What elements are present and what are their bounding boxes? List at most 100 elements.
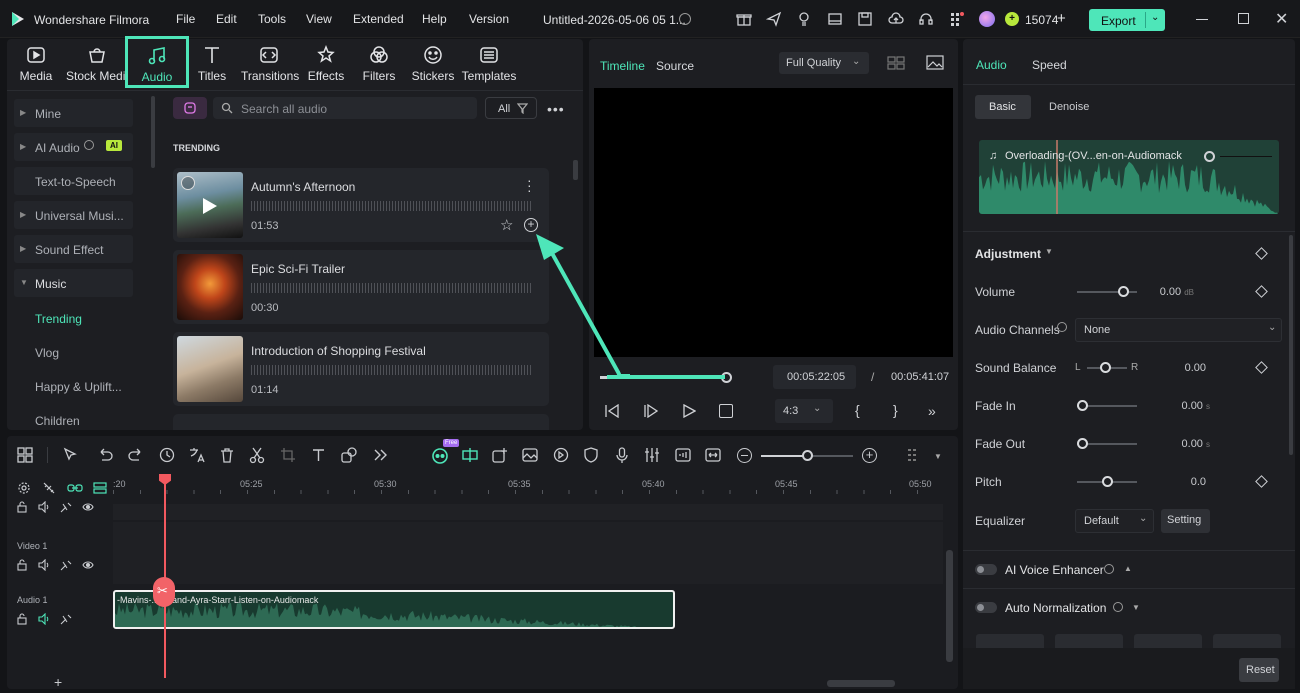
grid-view-icon[interactable] bbox=[887, 56, 905, 70]
volume-value[interactable]: 0.00 dB bbox=[1134, 286, 1194, 298]
ai-mate-icon[interactable] bbox=[431, 446, 449, 464]
audio-clip[interactable]: -Mavins-...on-and-Ayra-Starr-Listen-on-A… bbox=[113, 590, 675, 629]
track-card[interactable] bbox=[173, 414, 549, 430]
menu-help[interactable]: Help bbox=[422, 12, 447, 26]
stop-icon[interactable] bbox=[719, 404, 733, 418]
speed-ramp-icon[interactable] bbox=[158, 446, 176, 464]
sidebar-item-ai-audio[interactable]: ▶ AI Audio AI bbox=[14, 133, 133, 161]
select-tool-icon[interactable] bbox=[62, 446, 80, 464]
lock-icon[interactable] bbox=[16, 501, 28, 513]
normalization-preset[interactable] bbox=[1134, 634, 1202, 648]
playhead[interactable] bbox=[164, 474, 166, 678]
fade-out-value[interactable]: 0.00 s bbox=[1150, 438, 1210, 450]
mute-icon[interactable] bbox=[60, 613, 72, 625]
undo-icon[interactable] bbox=[96, 446, 114, 464]
unlink-icon[interactable] bbox=[43, 482, 55, 494]
zoom-in-icon[interactable]: + bbox=[862, 448, 877, 463]
aspect-ratio-select[interactable]: 4:3 ⌄ bbox=[775, 399, 833, 423]
chevron-down-icon[interactable]: ▼ bbox=[1132, 603, 1140, 612]
layout-grid-icon[interactable] bbox=[16, 446, 34, 464]
fade-in-value[interactable]: 0.00 s bbox=[1150, 400, 1210, 412]
play-icon[interactable] bbox=[203, 198, 217, 214]
tab-speed[interactable]: Speed bbox=[1032, 58, 1067, 72]
shape-icon[interactable] bbox=[340, 446, 358, 464]
chevron-down-icon[interactable]: ▼ bbox=[934, 452, 942, 461]
balance-value[interactable]: 0.00 bbox=[1146, 362, 1206, 374]
cloud-upload-icon[interactable] bbox=[888, 11, 904, 27]
voiceover-icon[interactable] bbox=[674, 446, 692, 464]
add-credits-icon[interactable]: + bbox=[1057, 10, 1066, 27]
menu-view[interactable]: View bbox=[306, 12, 332, 26]
timeline-layout-icon[interactable] bbox=[906, 446, 924, 464]
next-frame-icon[interactable] bbox=[642, 404, 658, 418]
subtab-basic[interactable]: Basic bbox=[975, 95, 1031, 119]
tab-titles[interactable]: Titles bbox=[184, 44, 240, 88]
microphone-icon[interactable] bbox=[613, 446, 631, 464]
add-track-button[interactable]: + bbox=[54, 674, 62, 690]
menu-extended[interactable]: Extended bbox=[353, 12, 404, 26]
sidebar-sub-children[interactable]: Children bbox=[35, 414, 80, 428]
mark-in-icon[interactable]: { bbox=[855, 402, 860, 418]
normalization-preset[interactable] bbox=[1055, 634, 1123, 648]
audio-mixer-icon[interactable] bbox=[643, 446, 661, 464]
speaker-icon[interactable] bbox=[38, 501, 50, 513]
shield-icon[interactable] bbox=[582, 446, 600, 464]
sidebar-item-universal-music[interactable]: ▶ Universal Musi... bbox=[14, 201, 133, 229]
split-icon[interactable] bbox=[248, 446, 266, 464]
tab-stickers[interactable]: Stickers bbox=[405, 44, 461, 88]
auto-normalization-toggle[interactable] bbox=[975, 602, 997, 613]
redo-icon[interactable] bbox=[127, 446, 145, 464]
text-tool-icon[interactable] bbox=[310, 446, 328, 464]
adjustment-header[interactable]: Adjustment bbox=[975, 247, 1041, 261]
timeline-settings-icon[interactable] bbox=[18, 482, 30, 494]
eye-icon[interactable] bbox=[82, 501, 94, 513]
video-preview[interactable] bbox=[594, 88, 953, 357]
library-scrollbar[interactable] bbox=[573, 160, 578, 180]
ai-translate-icon[interactable] bbox=[188, 446, 206, 464]
chevron-down-icon[interactable]: ▼ bbox=[1045, 247, 1053, 256]
delete-icon[interactable] bbox=[218, 446, 236, 464]
mute-icon[interactable] bbox=[60, 501, 72, 513]
tab-templates[interactable]: Templates bbox=[461, 44, 517, 88]
apps-grid-icon[interactable] bbox=[949, 11, 965, 27]
ai-music-button[interactable] bbox=[173, 97, 207, 119]
tab-audio-properties[interactable]: Audio bbox=[976, 58, 1007, 72]
gift-icon[interactable] bbox=[736, 11, 752, 27]
balance-knob[interactable] bbox=[1100, 362, 1111, 373]
tab-transitions[interactable]: Transitions bbox=[241, 44, 299, 88]
filter-button[interactable]: All bbox=[485, 97, 537, 119]
add-track-icon[interactable] bbox=[491, 446, 509, 464]
auto-snap-icon[interactable] bbox=[461, 446, 479, 464]
lock-icon[interactable] bbox=[16, 613, 28, 625]
eye-icon[interactable] bbox=[82, 559, 94, 571]
timeline-hscrollbar[interactable] bbox=[827, 680, 895, 687]
search-input[interactable]: Search all audio bbox=[213, 97, 477, 119]
reset-button[interactable]: Reset bbox=[1239, 658, 1279, 682]
save-icon[interactable] bbox=[857, 11, 873, 27]
send-icon[interactable] bbox=[766, 11, 782, 27]
tab-stock-media[interactable]: Stock Medi bbox=[66, 44, 128, 88]
track-more-icon[interactable]: · · · bbox=[527, 173, 532, 197]
sidebar-sub-happy[interactable]: Happy & Uplift... bbox=[35, 380, 122, 394]
tab-audio[interactable]: Audio bbox=[125, 36, 189, 88]
export-button[interactable]: Export ⌄ bbox=[1089, 9, 1165, 31]
subtab-denoise[interactable]: Denoise bbox=[1049, 101, 1089, 113]
quality-select[interactable]: Full Quality ⌄ bbox=[779, 52, 869, 74]
more-options-icon[interactable]: ••• bbox=[547, 101, 565, 117]
sidebar-sub-trending[interactable]: Trending bbox=[35, 312, 82, 326]
pitch-value[interactable]: 0.0 bbox=[1146, 476, 1206, 488]
link-icon[interactable] bbox=[67, 482, 83, 494]
close-icon[interactable]: ✕ bbox=[1275, 9, 1288, 29]
mark-out-icon[interactable]: } bbox=[893, 402, 898, 418]
pitch-knob[interactable] bbox=[1102, 476, 1113, 487]
ai-voice-enhancer-toggle[interactable] bbox=[975, 564, 997, 575]
fade-out-knob[interactable] bbox=[1077, 438, 1088, 449]
sidebar-scrollbar[interactable] bbox=[151, 96, 155, 168]
more-controls-icon[interactable]: » bbox=[928, 403, 936, 419]
track-card[interactable]: Autumn's Afternoon 01:53 · · · ☆ + bbox=[173, 168, 549, 242]
speaker-icon[interactable] bbox=[38, 559, 50, 571]
help-icon[interactable] bbox=[1113, 602, 1123, 612]
speaker-icon[interactable] bbox=[38, 613, 50, 625]
snapshot-icon[interactable] bbox=[926, 55, 944, 70]
headset-icon[interactable] bbox=[918, 11, 934, 27]
